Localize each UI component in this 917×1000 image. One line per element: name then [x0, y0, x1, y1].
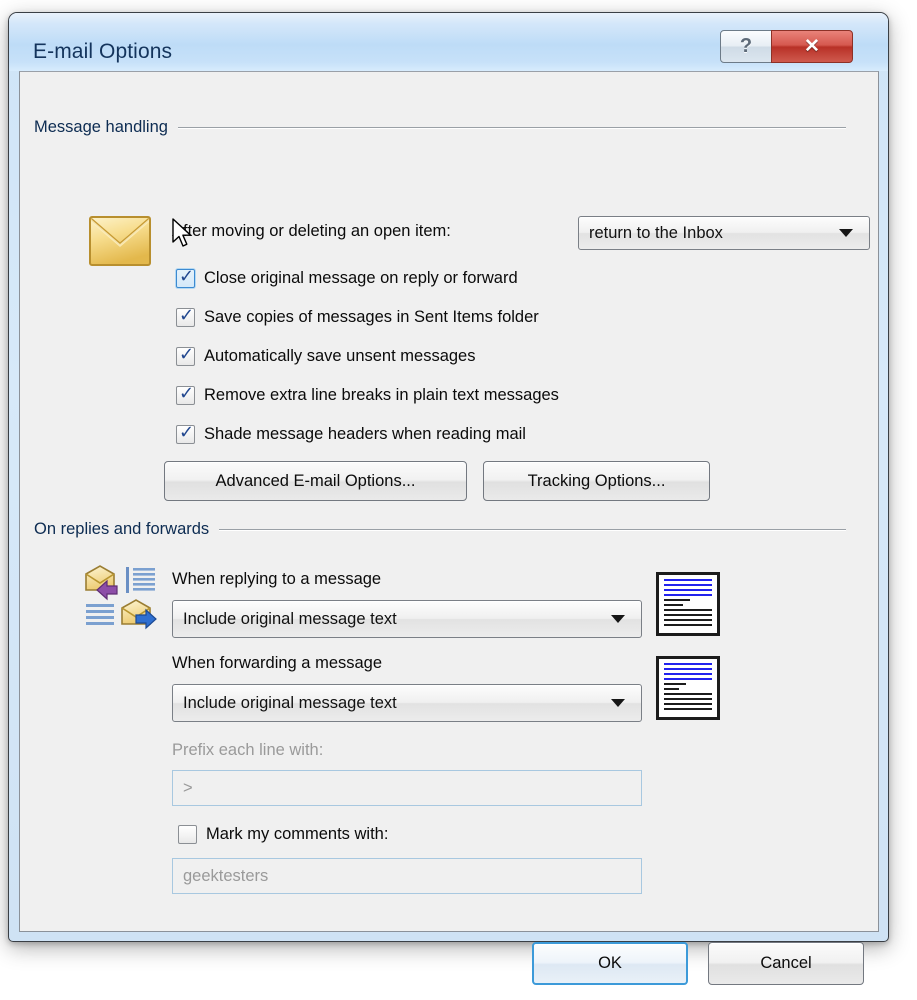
mark-my-comments-input[interactable]: geektesters [172, 858, 642, 894]
checkbox-label: Save copies of messages in Sent Items fo… [204, 307, 539, 326]
check-icon: ✓ [179, 421, 195, 443]
tracking-options-button[interactable]: Tracking Options... [483, 461, 710, 501]
group-divider [219, 529, 846, 530]
advanced-email-options-button[interactable]: Advanced E-mail Options... [164, 461, 467, 501]
when-forwarding-value: Include original message text [183, 693, 397, 712]
ok-button[interactable]: OK [532, 942, 688, 985]
check-icon: ✓ [179, 265, 195, 287]
checkbox-save-copies-sent-items[interactable]: ✓ Save copies of messages in Sent Items … [176, 305, 539, 329]
cancel-button-label: Cancel [760, 954, 812, 972]
checkbox-mark-my-comments[interactable]: Mark my comments with: [178, 822, 388, 846]
checkbox-box[interactable]: ✓ [176, 304, 195, 327]
checkbox-box[interactable] [178, 824, 197, 844]
close-icon: ✕ [804, 36, 820, 57]
checkbox-box[interactable]: ✓ [176, 382, 195, 405]
dialog-window: E-mail Options ? ✕ Message handling Afte… [8, 12, 889, 985]
group-message-handling-label: Message handling [34, 118, 168, 136]
when-replying-label: When replying to a message [172, 570, 382, 588]
ok-button-label: OK [598, 954, 622, 972]
check-icon: ✓ [179, 343, 195, 365]
close-button[interactable]: ✕ [771, 30, 853, 63]
checkbox-label: Mark my comments with: [206, 824, 389, 843]
check-icon: ✓ [179, 382, 195, 404]
window-title: E-mail Options [33, 40, 173, 63]
dialog-content: Message handling After moving or deletin… [19, 71, 879, 985]
prefix-each-line-input[interactable]: > [172, 770, 642, 806]
cancel-button[interactable]: Cancel [708, 942, 864, 985]
after-move-value: return to the Inbox [589, 223, 723, 242]
checkbox-box[interactable]: ✓ [176, 265, 195, 288]
after-move-label: After moving or deleting an open item: [172, 222, 451, 240]
checkbox-autosave-unsent[interactable]: ✓ Automatically save unsent messages [176, 344, 475, 368]
chevron-down-icon [611, 699, 625, 707]
when-replying-combobox[interactable]: Include original message text [172, 600, 642, 638]
prefix-each-line-value: > [183, 778, 193, 797]
checkbox-label: Automatically save unsent messages [204, 346, 476, 365]
tracking-options-label: Tracking Options... [527, 471, 666, 490]
checkbox-remove-extra-line-breaks[interactable]: ✓ Remove extra line breaks in plain text… [176, 383, 559, 407]
title-bar[interactable]: E-mail Options ? ✕ [9, 13, 888, 71]
when-forwarding-label: When forwarding a message [172, 654, 383, 672]
advanced-email-options-label: Advanced E-mail Options... [215, 471, 416, 490]
when-replying-value: Include original message text [183, 609, 397, 628]
mark-my-comments-value: geektesters [183, 866, 269, 885]
chevron-down-icon [611, 615, 625, 623]
reply-preview-thumbnail [656, 572, 720, 636]
group-divider [177, 127, 846, 128]
checkbox-close-original-message[interactable]: ✓ Close original message on reply or for… [176, 266, 518, 290]
after-move-combobox[interactable]: return to the Inbox [578, 216, 870, 250]
reply-forward-icon [85, 565, 157, 630]
prefix-each-line-label: Prefix each line with: [172, 741, 324, 759]
chevron-down-icon [839, 229, 853, 237]
group-replies-forwards-header: On replies and forwards [34, 520, 846, 539]
checkbox-shade-message-headers[interactable]: ✓ Shade message headers when reading mai… [176, 422, 526, 446]
group-replies-forwards-label: On replies and forwards [34, 520, 210, 538]
forward-preview-thumbnail [656, 656, 720, 720]
envelope-icon [89, 216, 151, 266]
checkbox-box[interactable]: ✓ [176, 421, 195, 444]
checkbox-box[interactable]: ✓ [176, 343, 195, 366]
when-forwarding-combobox[interactable]: Include original message text [172, 684, 642, 722]
checkbox-label: Remove extra line breaks in plain text m… [204, 385, 559, 404]
question-mark-icon: ? [739, 35, 753, 57]
checkbox-label: Shade message headers when reading mail [204, 424, 526, 443]
checkbox-label: Close original message on reply or forwa… [204, 268, 518, 287]
group-message-handling-header: Message handling [34, 118, 846, 137]
check-icon: ✓ [179, 304, 195, 326]
help-icon-button[interactable]: ? [720, 30, 772, 63]
